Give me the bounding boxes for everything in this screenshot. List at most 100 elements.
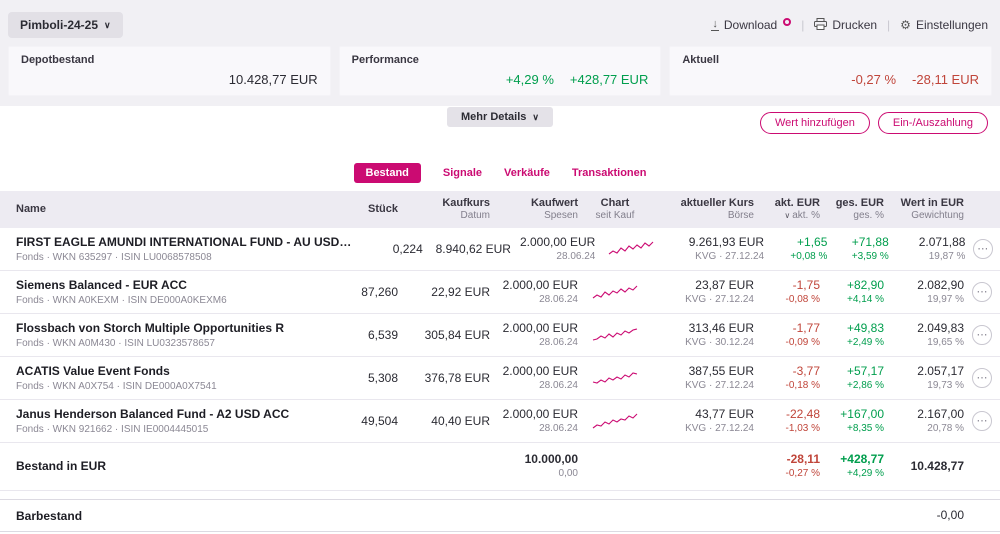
row-menu-button[interactable]: ⋯: [972, 325, 992, 345]
akt-pct-value: -0,18 %: [754, 379, 820, 392]
sparkline-chart[interactable]: [578, 325, 652, 345]
table-header: Name Stück Kaufkurs Datum Kaufwert Spese…: [0, 191, 1000, 228]
ges-eur-value: +71,88: [827, 235, 888, 250]
summary-band: Pimboli-24-25 ∨ ↓ Download | Drucken | ⚙…: [0, 0, 1000, 106]
akt-pct-value: -1,03 %: [754, 422, 820, 435]
kurs-value: 387,55 EUR: [652, 364, 754, 379]
stueck-value: 0,224: [354, 242, 423, 257]
totals-label: Bestand in EUR: [16, 459, 326, 473]
totals-ges-pct: +4,29 %: [820, 467, 884, 480]
ges-pct-value: +2,49 %: [820, 336, 884, 349]
print-button[interactable]: Drucken: [814, 18, 877, 33]
print-label: Drucken: [832, 18, 877, 32]
header-chart[interactable]: Chart: [601, 196, 630, 210]
performance-pct: +4,29 %: [506, 72, 554, 87]
stueck-value: 6,539: [326, 328, 398, 343]
kurs-value: 313,46 EUR: [652, 321, 754, 336]
barbestand-value: -0,00: [884, 508, 964, 523]
fund-name[interactable]: Flossbach von Storch Multiple Opportunit…: [16, 321, 326, 335]
card-aktuell: Aktuell -0,27 % -28,11 EUR: [669, 46, 992, 96]
portfolio-name: Pimboli-24-25: [20, 18, 98, 32]
kauf-datum: 28.06.24: [511, 250, 595, 263]
chevron-down-icon: ∨: [532, 113, 539, 122]
kauf-datum: 28.06.24: [490, 379, 578, 392]
kauf-datum: 28.06.24: [490, 293, 578, 306]
header-ges-eur[interactable]: ges. EUR: [820, 196, 884, 210]
header-aktueller-kurs[interactable]: aktueller Kurs: [652, 196, 754, 210]
totals-akt-eur: -28,11: [754, 452, 820, 467]
portfolio-selector[interactable]: Pimboli-24-25 ∨: [8, 12, 123, 38]
ges-pct-value: +2,86 %: [820, 379, 884, 392]
fund-name[interactable]: Janus Henderson Balanced Fund - A2 USD A…: [16, 407, 326, 421]
akt-eur-value: -1,77: [754, 321, 820, 336]
topbar: Pimboli-24-25 ∨ ↓ Download | Drucken | ⚙…: [8, 10, 992, 40]
kauf-datum: 28.06.24: [490, 422, 578, 435]
aktuell-pct: -0,27 %: [851, 72, 896, 87]
header-kaufkurs[interactable]: Kaufkurs: [398, 196, 490, 210]
akt-eur-value: +1,65: [764, 235, 827, 250]
kaufkurs-value: 8.940,62 EUR: [423, 242, 511, 257]
row-menu-button[interactable]: ⋯: [972, 282, 992, 302]
ges-pct-value: +8,35 %: [820, 422, 884, 435]
cash-in-out-button[interactable]: Ein-/Auszahlung: [878, 112, 988, 134]
kaufkurs-value: 376,78 EUR: [398, 371, 490, 386]
kurs-value: 43,77 EUR: [652, 407, 754, 422]
download-button[interactable]: ↓ Download: [711, 18, 791, 32]
akt-eur-value: -1,75: [754, 278, 820, 293]
sparkline-chart[interactable]: [595, 239, 666, 259]
table-row: Flossbach von Storch Multiple Opportunit…: [0, 314, 1000, 357]
card-label: Aktuell: [682, 54, 979, 66]
tab-bestand[interactable]: Bestand: [354, 163, 421, 183]
table-row: FIRST EAGLE AMUNDI INTERNATIONAL FUND - …: [0, 228, 1000, 271]
header-stueck[interactable]: Stück: [326, 202, 398, 216]
header-gewichtung[interactable]: Gewichtung: [884, 210, 964, 222]
wert-value: 2.167,00: [884, 407, 964, 422]
download-label: Download: [724, 18, 777, 32]
add-value-button[interactable]: Wert hinzufügen: [760, 112, 870, 134]
header-kaufwert[interactable]: Kaufwert: [490, 196, 578, 210]
sort-chevron-icon: ∨: [784, 211, 790, 220]
topbar-actions: ↓ Download | Drucken | ⚙ Einstellungen: [711, 18, 992, 33]
more-details-button[interactable]: Mehr Details ∨: [447, 107, 553, 127]
divider: |: [801, 18, 804, 32]
fund-details: Fonds · WKN A0M430 · ISIN LU0323578657: [16, 338, 326, 349]
akt-pct-value: -0,09 %: [754, 336, 820, 349]
chevron-down-icon: ∨: [104, 21, 111, 30]
totals-spesen: 0,00: [490, 467, 578, 480]
ellipsis-icon: ⋯: [977, 287, 988, 298]
kaufwert-value: 2.000,00 EUR: [490, 407, 578, 422]
boerse-value: KVG · 27.12.24: [652, 379, 754, 392]
aktuell-value: -28,11 EUR: [912, 72, 979, 87]
tab-signale[interactable]: Signale: [443, 167, 482, 179]
header-seit-kauf[interactable]: seit Kauf: [596, 210, 635, 222]
sparkline-chart[interactable]: [578, 411, 652, 431]
header-spesen[interactable]: Spesen: [490, 210, 578, 222]
header-ges-pct[interactable]: ges. %: [820, 210, 884, 222]
fund-name[interactable]: FIRST EAGLE AMUNDI INTERNATIONAL FUND - …: [16, 235, 354, 249]
fund-name[interactable]: Siemens Balanced - EUR ACC: [16, 278, 326, 292]
header-datum[interactable]: Datum: [398, 210, 490, 222]
header-boerse[interactable]: Börse: [652, 210, 754, 222]
row-menu-button[interactable]: ⋯: [973, 239, 993, 259]
sparkline-chart[interactable]: [578, 368, 652, 388]
boerse-value: KVG · 30.12.24: [652, 336, 754, 349]
row-menu-button[interactable]: ⋯: [972, 368, 992, 388]
header-akt-eur[interactable]: akt. EUR: [754, 196, 820, 210]
row-menu-button[interactable]: ⋯: [972, 411, 992, 431]
ges-pct-value: +4,14 %: [820, 293, 884, 306]
settings-button[interactable]: ⚙ Einstellungen: [900, 18, 988, 32]
header-akt-pct[interactable]: ∨akt. %: [754, 210, 820, 222]
divider: |: [887, 18, 890, 32]
header-wert[interactable]: Wert in EUR: [884, 196, 964, 210]
sparkline-chart[interactable]: [578, 282, 652, 302]
ellipsis-icon: ⋯: [977, 330, 988, 341]
wert-value: 2.057,17: [884, 364, 964, 379]
fund-name[interactable]: ACATIS Value Event Fonds: [16, 364, 326, 378]
akt-eur-value: -22,48: [754, 407, 820, 422]
barbestand-label: Barbestand: [16, 509, 326, 523]
tab-transaktionen[interactable]: Transaktionen: [572, 167, 647, 179]
header-name[interactable]: Name: [16, 202, 326, 216]
gear-icon: ⚙: [900, 18, 911, 32]
notification-dot: [783, 18, 791, 26]
tab-verkaeufe[interactable]: Verkäufe: [504, 167, 550, 179]
